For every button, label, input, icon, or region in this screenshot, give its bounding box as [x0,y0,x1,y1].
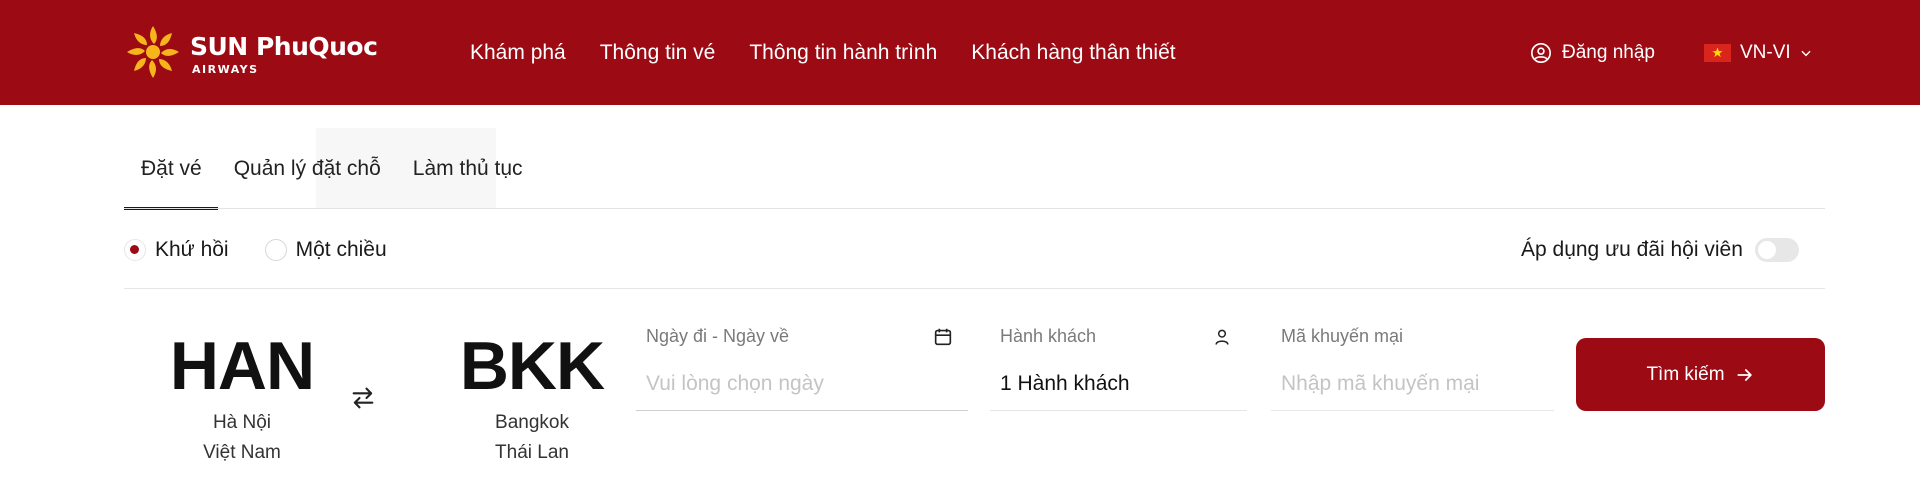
radio-one-way-label: Một chiều [295,238,387,261]
top-header: SUN PhuQuoc AIRWAYS Khám phá Thông tin v… [0,0,1920,105]
destination-code: BKK [459,328,605,404]
member-discount-label: Áp dụng ưu đãi hội viên [1521,238,1743,261]
destination-airport[interactable]: BKK Bangkok Thái Lan [432,328,632,468]
calendar-icon[interactable] [932,326,954,348]
member-discount-toggle[interactable] [1754,238,1799,262]
destination-city: Bangkok [495,412,569,433]
nav-item-thong-tin-hanh-trinh[interactable]: Thông tin hành trình [749,41,937,65]
promo-field-label: Mã khuyến mại [1281,326,1404,346]
passenger-field-label: Hành khách [1000,326,1097,346]
language-selector[interactable]: VN-VI [1704,0,1813,105]
passenger-value[interactable]: 1 Hành khách [1000,372,1130,396]
login-button[interactable]: Đăng nhập [1530,0,1655,105]
origin-country: Việt Nam [203,442,281,463]
radio-one-way-dot[interactable] [264,239,287,261]
nav-item-khach-hang-than-thiet[interactable]: Khách hàng thân thiết [971,41,1175,65]
tab-lam-thu-tuc[interactable]: Làm thủ tục [397,128,539,210]
swap-icon[interactable] [349,384,377,412]
user-circle-icon [1531,42,1551,63]
date-field-label: Ngày đi - Ngày về [646,326,790,346]
search-button[interactable]: Tìm kiếm [1576,338,1825,411]
promo-field-underline [1271,410,1554,411]
passenger-field[interactable]: Hành khách 1 Hành khách [990,318,1247,411]
radio-round-trip[interactable]: Khứ hồi [124,238,229,262]
trip-type-group: Khứ hồi Một chiều [124,230,423,270]
promo-input[interactable] [1281,372,1551,396]
login-label: Đăng nhập [1562,41,1655,63]
tab-dat-ve[interactable]: Đặt vé [124,128,218,210]
language-label: VN-VI [1740,41,1791,63]
brand-name: SUN PhuQuoc [190,32,378,61]
brand-subtitle: AIRWAYS [192,63,259,76]
vietnam-flag-icon [1704,43,1731,62]
tab-quan-ly-dat-cho[interactable]: Quản lý đặt chỗ [218,128,397,210]
person-icon[interactable] [1212,326,1232,348]
arrow-right-icon [1736,368,1752,381]
booking-tabs: Đặt vé Quản lý đặt chỗ Làm thủ tục [124,128,539,210]
promo-field[interactable]: Mã khuyến mại [1271,318,1554,411]
member-discount: Áp dụng ưu đãi hội viên [1521,230,1799,270]
trip-row-divider [124,288,1825,289]
nav-item-kham-pha[interactable]: Khám phá [470,41,566,65]
passenger-field-underline [990,410,1247,411]
search-button-label: Tìm kiếm [1646,363,1725,385]
chevron-down-icon [1801,50,1811,56]
brand-logo[interactable]: SUN PhuQuoc AIRWAYS [123,20,393,84]
radio-round-trip-dot[interactable] [124,239,146,261]
destination-country: Thái Lan [495,442,569,463]
origin-airport[interactable]: HAN Hà Nội Việt Nam [142,328,342,468]
nav-item-thong-tin-ve[interactable]: Thông tin vé [600,41,716,65]
origin-code: HAN [169,328,315,404]
sun-logo-icon [127,26,179,78]
main-nav: Khám phá Thông tin vé Thông tin hành trì… [470,0,1210,105]
date-field-underline [636,410,968,411]
origin-city: Hà Nội [212,412,272,433]
radio-one-way[interactable]: Một chiều [264,238,387,262]
date-field[interactable]: Ngày đi - Ngày về [636,318,968,411]
date-input[interactable] [646,372,946,396]
tabs-divider [124,208,1825,209]
radio-round-trip-label: Khứ hồi [155,238,229,261]
